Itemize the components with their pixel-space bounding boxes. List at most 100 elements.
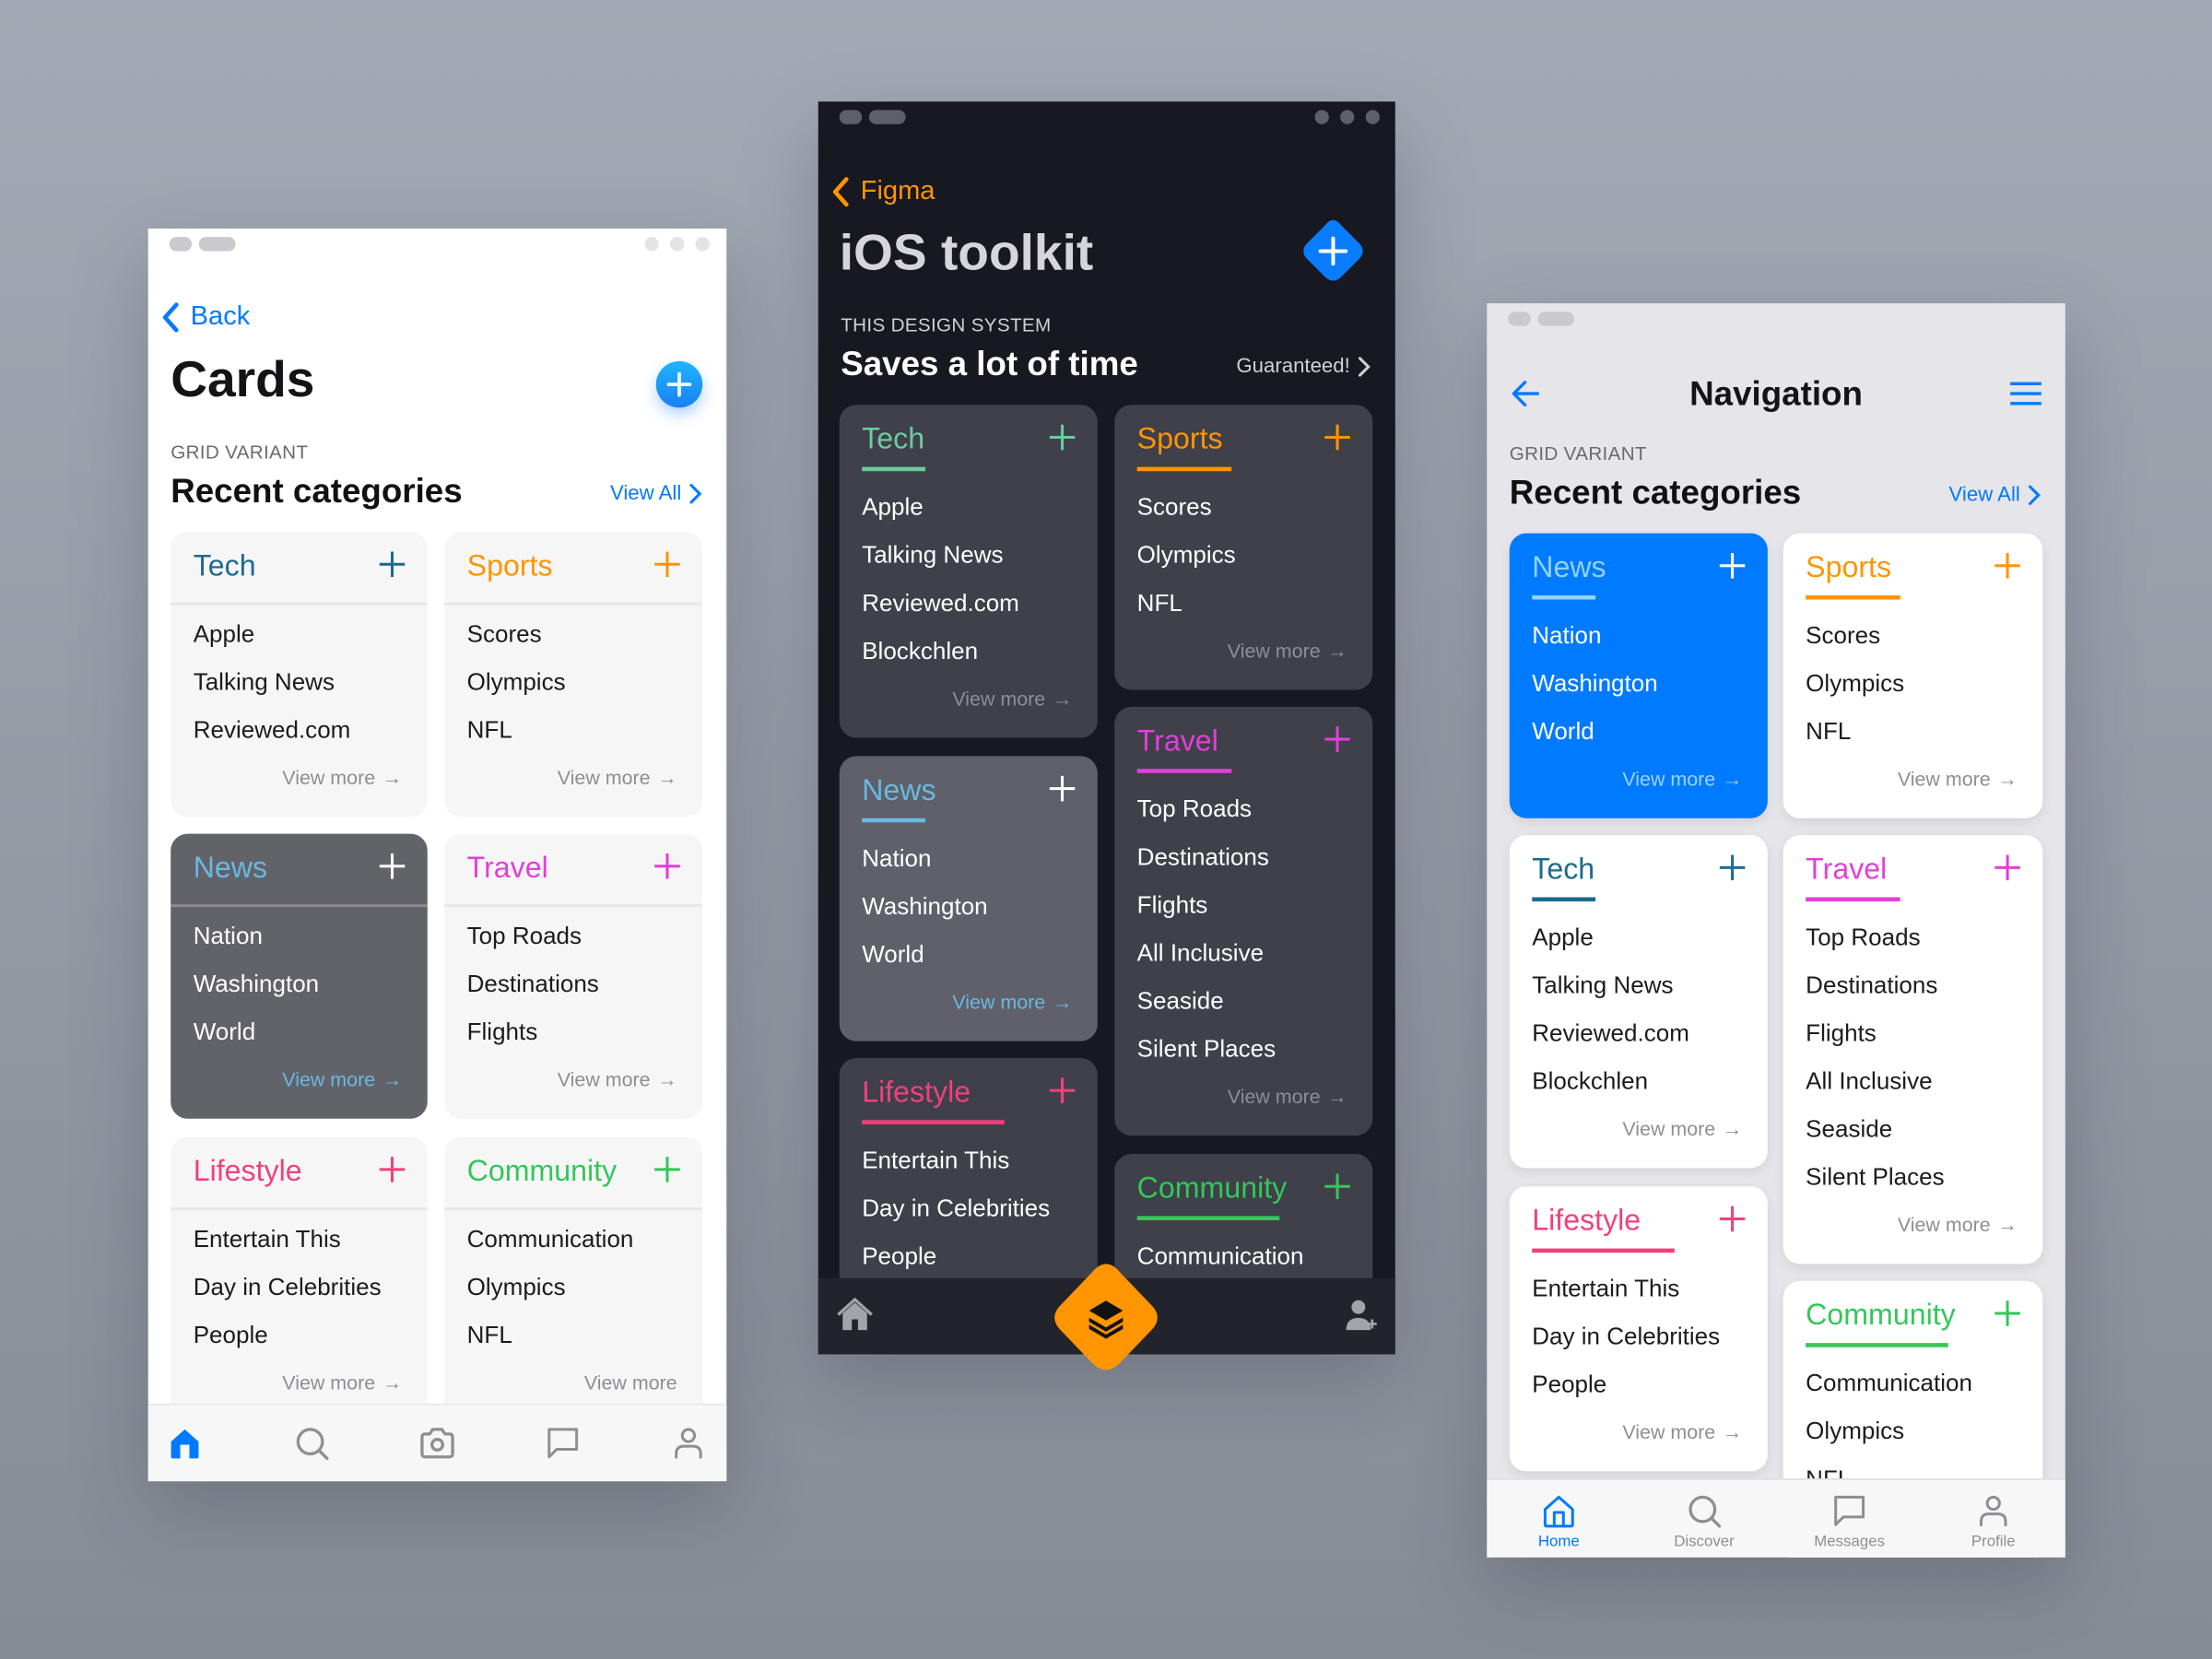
card-item[interactable]: Washington	[1532, 669, 1657, 700]
card-item[interactable]: Reviewed.com	[194, 715, 351, 747]
card-item[interactable]: Olympics	[1806, 1417, 1904, 1448]
card-item[interactable]: Nation	[194, 921, 263, 952]
card-item[interactable]: Communication	[467, 1225, 634, 1256]
card-item[interactable]: Silent Places	[1137, 1034, 1276, 1065]
category-card-sports[interactable]: Sports Scores Olympics NFL View more →	[444, 532, 703, 818]
card-item[interactable]: Reviewed.com	[1532, 1018, 1689, 1050]
card-item[interactable]: Apple	[862, 492, 924, 524]
view-more-link[interactable]: View more→	[1898, 766, 2018, 792]
view-more-link[interactable]: View more→	[952, 989, 1072, 1015]
tab-camera[interactable]	[419, 1425, 456, 1462]
card-item[interactable]: Flights	[1806, 1018, 1877, 1050]
card-item[interactable]: Destinations	[1806, 971, 1937, 1002]
card-item[interactable]: Nation	[1532, 620, 1601, 652]
card-item[interactable]: Entertain This	[862, 1146, 1009, 1177]
add-icon[interactable]	[654, 1157, 680, 1182]
view-more-link[interactable]: View more→	[282, 1370, 402, 1395]
card-item[interactable]: All Inclusive	[1137, 938, 1264, 970]
add-icon[interactable]	[1049, 1077, 1076, 1103]
card-item[interactable]: Top Roads	[1806, 923, 1920, 954]
card-item[interactable]: World	[862, 939, 924, 971]
add-icon[interactable]	[654, 853, 680, 879]
card-item[interactable]: People	[1532, 1370, 1606, 1401]
card-item[interactable]: World	[194, 1018, 255, 1049]
card-item[interactable]: Blockchlen	[1532, 1066, 1648, 1098]
tab-home[interactable]	[837, 1297, 874, 1334]
card-item[interactable]: Talking News	[194, 667, 335, 699]
view-more-link[interactable]: View more→	[558, 1066, 677, 1092]
category-card-tech[interactable]: Tech Apple Talking News Reviewed.com Blockch…	[839, 405, 1098, 738]
view-more-link[interactable]: View more→	[1898, 1212, 2018, 1238]
view-more-link[interactable]: View more	[584, 1370, 677, 1395]
add-icon[interactable]	[1324, 424, 1350, 451]
card-item[interactable]: Top Roads	[467, 921, 582, 952]
tab-search[interactable]	[1686, 1492, 1723, 1529]
view-more-link[interactable]: View more→	[1228, 1084, 1347, 1110]
tab-add-user[interactable]	[1342, 1297, 1379, 1334]
card-item[interactable]: Olympics	[467, 667, 566, 699]
add-icon[interactable]	[1994, 1300, 2020, 1326]
add-icon[interactable]	[1049, 775, 1076, 802]
add-icon[interactable]	[1719, 552, 1746, 579]
tab-profile[interactable]	[1975, 1492, 2012, 1529]
add-icon[interactable]	[1324, 726, 1350, 752]
card-item[interactable]: People	[194, 1321, 268, 1352]
view-more-link[interactable]: View more→	[1228, 638, 1347, 664]
add-icon[interactable]	[1324, 1173, 1350, 1200]
card-item[interactable]: Blockchlen	[862, 636, 978, 667]
card-item[interactable]: Scores	[467, 619, 542, 651]
card-item[interactable]: Day in Celebrities	[862, 1194, 1050, 1225]
card-item[interactable]: Washington	[194, 970, 319, 1001]
card-item[interactable]: Olympics	[467, 1273, 566, 1304]
view-more-link[interactable]: View more→	[558, 765, 677, 791]
card-item[interactable]: Apple	[194, 619, 255, 651]
card-item[interactable]: Scores	[1137, 492, 1212, 524]
card-item[interactable]: Washington	[862, 891, 987, 923]
card-item[interactable]: Olympics	[1137, 540, 1236, 571]
card-item[interactable]: Scores	[1806, 620, 1880, 652]
tab-message[interactable]	[1831, 1492, 1868, 1529]
card-item[interactable]: Destinations	[467, 970, 599, 1001]
category-card-travel[interactable]: Travel Top Roads Destinations Flights All In…	[1114, 706, 1373, 1136]
card-item[interactable]: Seaside	[1137, 986, 1224, 1018]
category-card-travel[interactable]: Travel Top Roads Destinations Flights View m…	[444, 833, 703, 1119]
add-icon[interactable]	[1994, 854, 2020, 881]
add-icon[interactable]	[654, 551, 680, 578]
tab-home[interactable]	[167, 1425, 204, 1462]
add-icon[interactable]	[379, 1157, 406, 1182]
card-item[interactable]: NFL	[467, 1321, 512, 1352]
card-item[interactable]: NFL	[1806, 717, 1851, 748]
view-more-link[interactable]: View more→	[1622, 1116, 1742, 1142]
category-card-sports[interactable]: Sports Scores Olympics NFL View more →	[1783, 533, 2043, 818]
card-item[interactable]: Day in Celebrities	[1532, 1322, 1720, 1353]
add-icon[interactable]	[1049, 424, 1076, 451]
category-card-travel[interactable]: Travel Top Roads Destinations Flights All In…	[1783, 835, 2043, 1265]
card-item[interactable]: NFL	[467, 715, 512, 747]
layers-fab[interactable]	[1050, 1261, 1162, 1373]
card-item[interactable]: Communication	[1806, 1369, 1972, 1400]
category-card-lifestyle[interactable]: Lifestyle Entertain This Day in Celebritie…	[1509, 1186, 1768, 1472]
add-icon[interactable]	[1719, 1206, 1746, 1232]
tab-message[interactable]	[545, 1425, 582, 1462]
tab-search[interactable]	[293, 1425, 330, 1462]
category-card-tech[interactable]: Tech Apple Talking News Reviewed.com Blockch…	[1509, 835, 1768, 1169]
add-icon[interactable]	[1719, 854, 1746, 881]
card-item[interactable]: Flights	[467, 1018, 538, 1049]
card-item[interactable]: Silent Places	[1806, 1162, 1944, 1194]
card-item[interactable]: Destinations	[1137, 842, 1269, 874]
card-item[interactable]: Olympics	[1806, 669, 1904, 700]
card-item[interactable]: Entertain This	[194, 1225, 341, 1256]
category-card-news[interactable]: News Nation Washington World View more →	[1509, 533, 1768, 818]
add-icon[interactable]	[379, 551, 406, 578]
card-item[interactable]: Entertain This	[1532, 1274, 1679, 1305]
view-more-link[interactable]: View more→	[952, 686, 1072, 712]
card-item[interactable]: Apple	[1532, 923, 1594, 954]
card-item[interactable]: Nation	[862, 843, 931, 875]
category-card-sports[interactable]: Sports Scores Olympics NFL View more →	[1114, 405, 1373, 690]
card-item[interactable]: All Inclusive	[1806, 1066, 1932, 1098]
card-item[interactable]: Reviewed.com	[862, 588, 1019, 619]
tab-profile[interactable]	[670, 1425, 707, 1462]
card-item[interactable]: Talking News	[862, 540, 1003, 571]
category-card-news[interactable]: News Nation Washington World View more →	[839, 756, 1098, 1041]
card-item[interactable]: World	[1532, 717, 1594, 748]
